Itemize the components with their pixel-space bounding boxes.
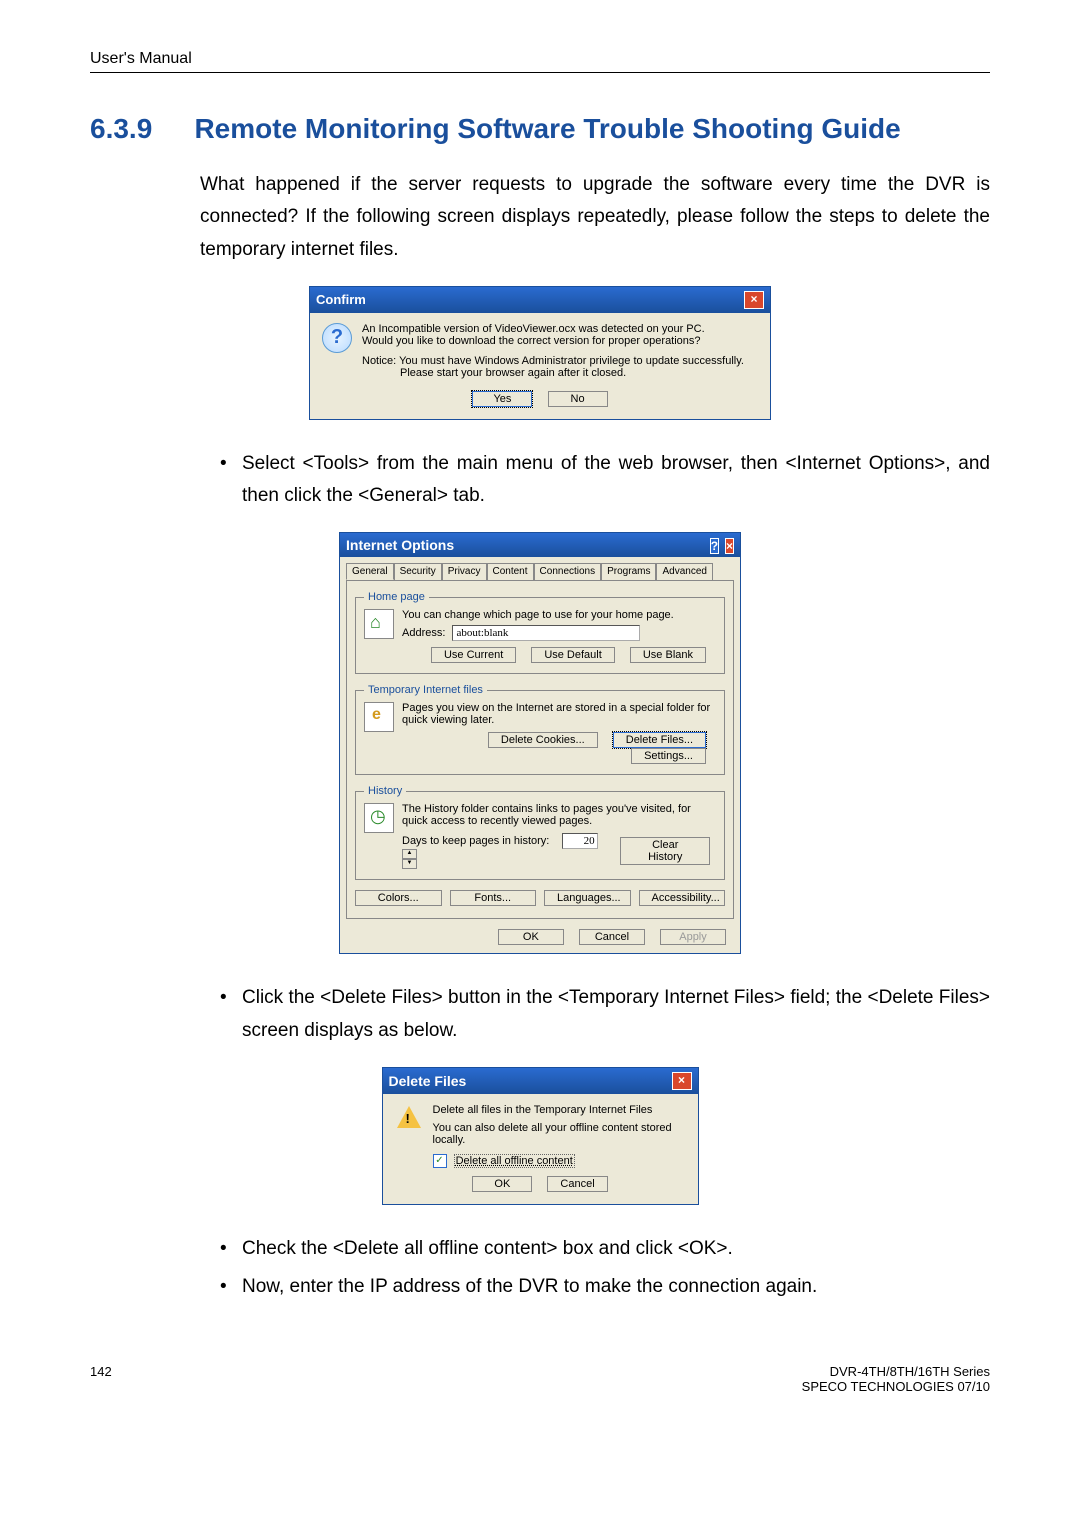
- no-button[interactable]: No: [548, 391, 608, 407]
- io-title-text: Internet Options: [346, 537, 454, 553]
- footer-right-1: DVR-4TH/8TH/16TH Series: [802, 1364, 990, 1379]
- spin-down-icon[interactable]: ▼: [402, 859, 417, 869]
- confirm-line1: An Incompatible version of VideoViewer.o…: [362, 323, 758, 335]
- apply-button: Apply: [660, 929, 726, 945]
- yes-button[interactable]: Yes: [472, 391, 532, 407]
- section-number: 6.3.9: [90, 113, 190, 145]
- delete-cookies-button[interactable]: Delete Cookies...: [488, 732, 598, 748]
- history-desc: The History folder contains links to pag…: [402, 803, 716, 827]
- clear-history-button[interactable]: Clear History: [620, 837, 710, 865]
- notice-label: Notice:: [362, 355, 396, 367]
- close-icon[interactable]: ×: [672, 1072, 692, 1090]
- df-titlebar: Delete Files ×: [383, 1068, 698, 1094]
- home-legend: Home page: [364, 591, 429, 603]
- home-page-group: Home page You can change which page to u…: [355, 591, 725, 674]
- step-4: Now, enter the IP address of the DVR to …: [220, 1271, 990, 1303]
- internet-options-dialog: Internet Options ? × General Security Pr…: [339, 532, 741, 954]
- footer-right-2: SPECO TECHNOLOGIES 07/10: [802, 1379, 990, 1394]
- help-icon[interactable]: ?: [710, 538, 719, 554]
- cancel-button[interactable]: Cancel: [579, 929, 645, 945]
- tab-security[interactable]: Security: [394, 563, 442, 580]
- close-icon[interactable]: ×: [725, 538, 734, 554]
- section-heading: 6.3.9 Remote Monitoring Software Trouble…: [90, 113, 990, 145]
- io-tabs: General Security Privacy Content Connect…: [346, 563, 734, 580]
- ok-button[interactable]: OK: [498, 929, 564, 945]
- section-name: Remote Monitoring Software Trouble Shoot…: [194, 113, 900, 144]
- tab-connections[interactable]: Connections: [534, 563, 602, 580]
- tab-advanced[interactable]: Advanced: [656, 563, 712, 580]
- question-icon: ?: [322, 323, 352, 353]
- history-icon: [364, 803, 394, 833]
- page-number: 142: [90, 1364, 112, 1394]
- delete-files-dialog: Delete Files × Delete all files in the T…: [382, 1067, 699, 1205]
- confirm-line2: Would you like to download the correct v…: [362, 335, 758, 347]
- settings-button[interactable]: Settings...: [631, 748, 706, 764]
- home-icon: [364, 609, 394, 639]
- delete-offline-label: Delete all offline content: [454, 1154, 575, 1168]
- df-line1: Delete all files in the Temporary Intern…: [433, 1104, 686, 1116]
- accessibility-button[interactable]: Accessibility...: [639, 890, 726, 906]
- temp-files-group: Temporary Internet files Pages you view …: [355, 684, 725, 775]
- close-icon[interactable]: ×: [744, 291, 764, 309]
- delete-files-button[interactable]: Delete Files...: [613, 732, 706, 748]
- days-label: Days to keep pages in history:: [402, 835, 549, 847]
- df-line2: You can also delete all your offline con…: [433, 1122, 686, 1146]
- colors-button[interactable]: Colors...: [355, 890, 442, 906]
- fonts-button[interactable]: Fonts...: [450, 890, 537, 906]
- df-title-text: Delete Files: [389, 1073, 467, 1089]
- ok-button[interactable]: OK: [472, 1176, 532, 1192]
- step-2: Click the <Delete Files> button in the <…: [220, 982, 990, 1047]
- address-input[interactable]: [452, 625, 640, 641]
- tab-content[interactable]: Content: [487, 563, 534, 580]
- use-default-button[interactable]: Use Default: [531, 647, 614, 663]
- notice-line2: Please start your browser again after it…: [362, 367, 758, 379]
- step-1: Select <Tools> from the main menu of the…: [220, 448, 990, 513]
- days-input[interactable]: [562, 833, 598, 849]
- confirm-title-text: Confirm: [316, 292, 366, 307]
- delete-offline-checkbox[interactable]: ✓: [433, 1154, 447, 1168]
- home-desc: You can change which page to use for you…: [402, 609, 716, 621]
- tab-privacy[interactable]: Privacy: [442, 563, 487, 580]
- use-blank-button[interactable]: Use Blank: [630, 647, 706, 663]
- page-footer: 142 DVR-4TH/8TH/16TH Series SPECO TECHNO…: [90, 1364, 990, 1394]
- intro-paragraph: What happened if the server requests to …: [200, 169, 990, 266]
- step-3: Check the <Delete all offline content> b…: [220, 1233, 990, 1265]
- history-group: History The History folder contains link…: [355, 785, 725, 880]
- confirm-titlebar: Confirm ×: [310, 287, 770, 313]
- cancel-button[interactable]: Cancel: [547, 1176, 607, 1192]
- use-current-button[interactable]: Use Current: [431, 647, 516, 663]
- io-titlebar: Internet Options ? ×: [340, 533, 740, 557]
- confirm-dialog: Confirm × ? An Incompatible version of V…: [309, 286, 771, 420]
- notice-line1: You must have Windows Administrator priv…: [399, 355, 744, 367]
- address-label: Address:: [402, 627, 445, 639]
- temp-legend: Temporary Internet files: [364, 684, 487, 696]
- tab-general[interactable]: General: [346, 563, 394, 580]
- temp-files-icon: [364, 702, 394, 732]
- header-rule: [90, 72, 990, 73]
- warning-icon: [395, 1104, 423, 1132]
- spin-up-icon[interactable]: ▲: [402, 849, 417, 859]
- languages-button[interactable]: Languages...: [544, 890, 631, 906]
- tab-programs[interactable]: Programs: [601, 563, 656, 580]
- doc-header: User's Manual: [90, 50, 990, 68]
- temp-desc: Pages you view on the Internet are store…: [402, 702, 716, 726]
- history-legend: History: [364, 785, 406, 797]
